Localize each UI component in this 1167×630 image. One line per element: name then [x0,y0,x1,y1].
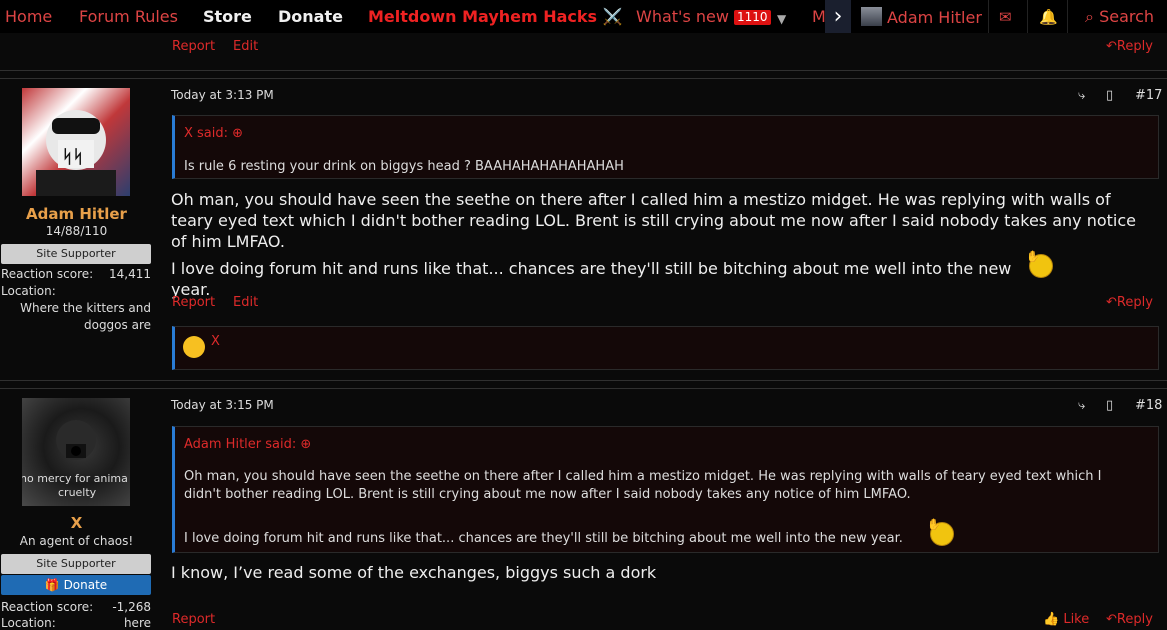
location-value: Where the kitters and doggos are [20,301,151,332]
reaction-score: Reaction score: 14,411 [1,267,151,281]
avatar[interactable]: no mercy for anima cruelty [22,398,130,506]
location-label: Location: [1,616,56,630]
quote-author-label: Adam Hitler said: [184,437,297,452]
search-button[interactable]: ⌕ Search [1085,7,1154,27]
site-supporter-banner: Site Supporter [1,554,151,574]
quote-block: X said: ⊕ Is rule 6 resting your drink o… [172,115,1159,179]
nav-scroll-right-button[interactable]: › [825,0,851,33]
swords-icon: ⚔️ [602,7,623,26]
gift-icon: 🎁 [44,578,60,592]
reaction-score-label: Reaction score: [1,600,94,614]
avatar[interactable]: ᛋᛋ [22,88,130,196]
avatar-figure: no mercy for anima cruelty [22,420,128,499]
reaction-user[interactable]: X [211,334,220,349]
nav-user-name: Adam Hitler [887,8,982,27]
share-icon[interactable]: ⤷ [1078,398,1085,413]
reply-label: Reply [1116,39,1153,54]
donate-label: Donate [63,578,108,592]
nav-store[interactable]: Store [203,7,252,27]
emoji-icon: ✋ [1026,250,1053,278]
quote-author-label: X said: [184,126,229,141]
username[interactable]: X [0,514,153,532]
post-timestamp[interactable]: Today at 3:13 PM [171,88,274,102]
inbox-icon[interactable]: ✉ [999,8,1012,26]
reply-link[interactable]: ↶Reply [1106,39,1153,54]
nav-divider [1027,0,1028,33]
nav-forum-rules[interactable]: Forum Rules [79,7,178,27]
post-divider [0,70,1167,71]
reaction-score-label: Reaction score: [1,267,94,281]
quote-block: Adam Hitler said: ⊕ Oh man, you should h… [172,426,1159,553]
nav-more[interactable]: M [812,7,826,27]
nav-user[interactable]: Adam Hitler [861,7,982,27]
donate-banner[interactable]: 🎁 Donate [1,575,151,595]
hand-icon: ✋ [1026,250,1040,263]
post-body: Oh man, you should have seen the seethe … [171,190,1136,251]
user-title: 14/88/110 [45,224,108,238]
quote-text: Is rule 6 resting your drink on biggys h… [184,159,624,174]
like-link[interactable]: 👍 Like [1043,612,1089,627]
up-arrow-icon: ⊕ [300,437,312,452]
quote-text: I love doing forum hit and runs like tha… [184,531,903,546]
post-timestamp[interactable]: Today at 3:15 PM [171,398,274,412]
notification-badge: 1110 [734,10,771,25]
post-number[interactable]: #17 [1135,88,1162,103]
post-divider [0,380,1167,381]
post-number[interactable]: #18 [1135,398,1162,413]
site-supporter-banner: Site Supporter [1,244,151,264]
reply-label: Reply [1116,295,1153,310]
like-label: Like [1063,612,1090,627]
report-link[interactable]: Report [172,295,215,310]
hand-icon: ✋ [927,518,941,531]
user-title: An agent of chaos! [19,534,134,548]
quote-text: Oh man, you should have seen the seethe … [184,469,1102,502]
location-label: Location: [1,284,56,298]
post-body: I know, I’ve read some of the exchanges,… [171,563,657,582]
quote-author[interactable]: X said: ⊕ [184,126,243,141]
avatar-caption-line: cruelty [58,486,97,499]
nav-home[interactable]: Home [5,7,52,27]
post-divider [0,78,1167,79]
location-value: here [123,616,151,630]
search-label: Search [1099,7,1155,26]
nav-hacks-label: Meltdown Mayhem Hacks [368,7,598,26]
edit-link[interactable]: Edit [233,39,258,54]
post-body: I love doing forum hit and runs like tha… [171,259,1012,299]
avatar-caption-line: no mercy for anima [22,472,128,485]
avatar-figure: ᛋᛋ [36,110,116,196]
reply-link[interactable]: ↶Reply [1106,612,1153,627]
quote-author[interactable]: Adam Hitler said: ⊕ [184,437,311,452]
nav-whats-new-label: What's new [636,7,729,26]
emoji-icon: ✋ [927,518,954,546]
chevron-down-icon[interactable]: ▼ [777,9,786,29]
thumbs-up-icon: 👍 [1043,612,1060,627]
post-divider [0,388,1167,389]
up-arrow-icon: ⊕ [232,126,244,141]
report-link[interactable]: Report [172,612,215,627]
reaction-score: Reaction score: -1,268 [1,600,151,614]
bookmark-icon[interactable]: ▯ [1106,398,1113,413]
nav-whats-new[interactable]: What's new 1110 [636,7,771,27]
reaction-score-value: -1,268 [112,600,151,614]
report-link[interactable]: Report [172,39,215,54]
avatar [861,7,882,26]
reactions-bar[interactable]: X [172,326,1159,370]
nav-meltdown-hacks[interactable]: Meltdown Mayhem Hacks ⚔️ [368,7,623,27]
nav-divider [988,0,989,33]
reaction-score-value: 14,411 [109,267,151,281]
username[interactable]: Adam Hitler [0,205,153,223]
search-icon: ⌕ [1085,7,1094,26]
laugh-reaction-icon [183,336,205,358]
bookmark-icon[interactable]: ▯ [1106,88,1113,103]
top-nav: Home Forum Rules Store Donate Meltdown M… [0,0,1167,33]
svg-text:ᛋᛋ: ᛋᛋ [62,147,84,168]
nav-donate[interactable]: Donate [278,7,343,27]
share-icon[interactable]: ⤷ [1078,88,1085,103]
location: Location: here [1,616,151,630]
reply-link[interactable]: ↶Reply [1106,295,1153,310]
nav-divider [1067,0,1068,33]
edit-link[interactable]: Edit [233,295,258,310]
reply-label: Reply [1116,612,1153,627]
bell-icon[interactable]: 🔔 [1039,8,1058,26]
